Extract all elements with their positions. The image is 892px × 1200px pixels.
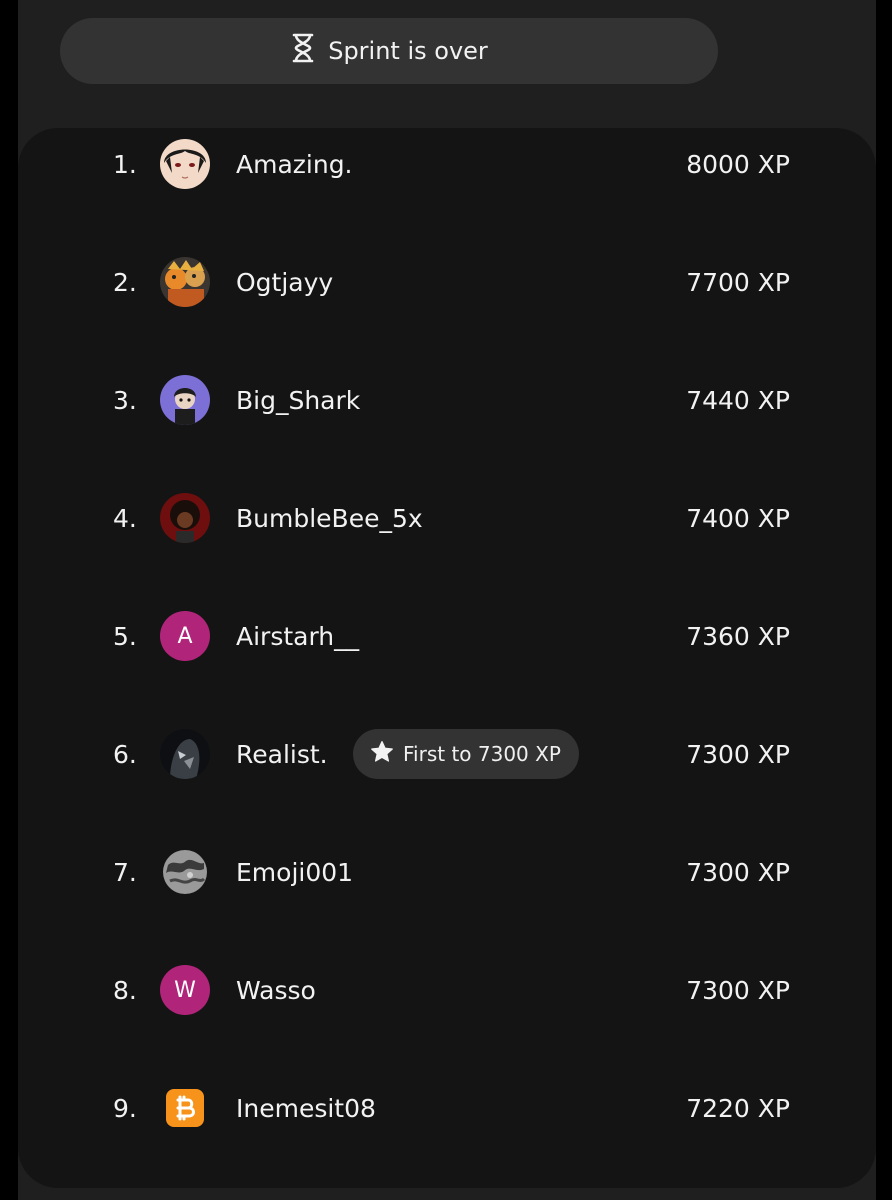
username: Big_Shark bbox=[236, 385, 361, 415]
bitcoin-icon bbox=[160, 1083, 210, 1133]
avatar[interactable] bbox=[160, 257, 210, 307]
xp-value: 7360 XP bbox=[686, 621, 790, 651]
avatar-initial: A bbox=[177, 623, 193, 649]
username: Amazing. bbox=[236, 149, 353, 179]
leaderboard-row[interactable]: 2. Ogtjayy 7700 XP bbox=[18, 252, 876, 312]
avatar[interactable] bbox=[160, 729, 210, 779]
avatar[interactable] bbox=[160, 847, 210, 897]
leaderboard-row[interactable]: 6. Realist. First to 7300 XP 7300 XP bbox=[18, 724, 876, 784]
xp-value: 7220 XP bbox=[686, 1093, 790, 1123]
rank-number: 2. bbox=[113, 267, 137, 297]
leaderboard: 1. Amazing. 8000 XP 2. Ogtjayy 7700 XP 3… bbox=[18, 128, 876, 1188]
leaderboard-row[interactable]: 4. BumbleBee_5x 7400 XP bbox=[18, 488, 876, 548]
username: Realist. bbox=[236, 739, 328, 769]
xp-value: 7300 XP bbox=[686, 739, 790, 769]
leaderboard-row[interactable]: 9. Inemesit08 7220 XP bbox=[18, 1078, 876, 1138]
rank-number: 6. bbox=[113, 739, 137, 769]
username: Wasso bbox=[236, 975, 316, 1005]
hourglass-icon bbox=[290, 33, 316, 69]
rank-number: 4. bbox=[113, 503, 137, 533]
xp-value: 7700 XP bbox=[686, 267, 790, 297]
sprint-status-label: Sprint is over bbox=[328, 37, 488, 65]
username: Ogtjayy bbox=[236, 267, 334, 297]
leaderboard-row[interactable]: 1. Amazing. 8000 XP bbox=[18, 134, 876, 194]
username: Airstarh__ bbox=[236, 621, 360, 651]
xp-value: 7300 XP bbox=[686, 975, 790, 1005]
xp-value: 7400 XP bbox=[686, 503, 790, 533]
xp-value: 7440 XP bbox=[686, 385, 790, 415]
avatar[interactable] bbox=[160, 375, 210, 425]
achievement-badge[interactable]: First to 7300 XP bbox=[353, 729, 579, 779]
avatar[interactable]: A bbox=[160, 611, 210, 661]
username: Inemesit08 bbox=[236, 1093, 376, 1123]
avatar[interactable]: W bbox=[160, 965, 210, 1015]
leaderboard-row[interactable]: 8. W Wasso 7300 XP bbox=[18, 960, 876, 1020]
rank-number: 3. bbox=[113, 385, 137, 415]
xp-value: 7300 XP bbox=[686, 857, 790, 887]
avatar[interactable] bbox=[160, 493, 210, 543]
avatar[interactable] bbox=[160, 139, 210, 189]
leaderboard-row[interactable]: 5. A Airstarh__ 7360 XP bbox=[18, 606, 876, 666]
username: BumbleBee_5x bbox=[236, 503, 423, 533]
sprint-status-banner[interactable]: Sprint is over bbox=[60, 18, 718, 84]
rank-number: 8. bbox=[113, 975, 137, 1005]
badge-label: First to 7300 XP bbox=[403, 742, 561, 766]
avatar[interactable] bbox=[160, 1083, 210, 1133]
leaderboard-row[interactable]: 3. Big_Shark 7440 XP bbox=[18, 370, 876, 430]
xp-value: 8000 XP bbox=[686, 149, 790, 179]
leaderboard-row[interactable]: 7. Emoji001 7300 XP bbox=[18, 842, 876, 902]
rank-number: 9. bbox=[113, 1093, 137, 1123]
rank-number: 7. bbox=[113, 857, 137, 887]
avatar-initial: W bbox=[174, 977, 196, 1003]
rank-number: 5. bbox=[113, 621, 137, 651]
star-icon bbox=[369, 739, 395, 770]
rank-number: 1. bbox=[113, 149, 137, 179]
username: Emoji001 bbox=[236, 857, 354, 887]
